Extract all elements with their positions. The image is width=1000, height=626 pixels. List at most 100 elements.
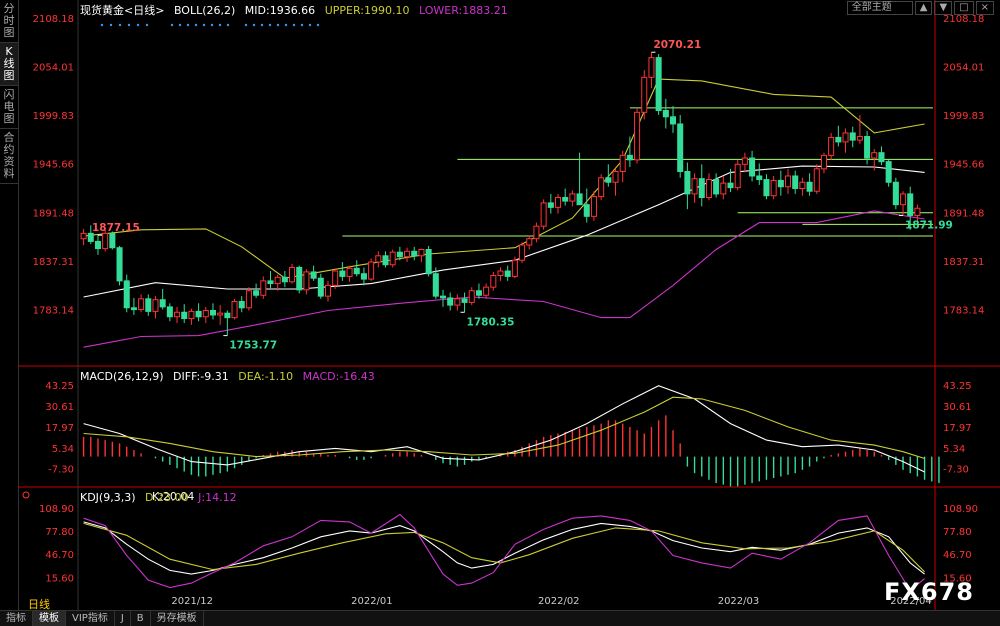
candle-body	[80, 232, 87, 240]
candle-body	[382, 255, 389, 266]
candle-body	[648, 57, 655, 78]
signal-dot	[292, 23, 296, 27]
kdj-j-line	[83, 513, 925, 592]
candle-body	[626, 154, 633, 161]
macd-diff-line	[83, 385, 925, 473]
candle-body	[289, 266, 296, 283]
tab-templates[interactable]: 模板	[33, 611, 66, 626]
kdj-marker-icon	[22, 491, 30, 499]
candle-body	[605, 177, 612, 183]
boll-label: BOLL(26,2)	[173, 4, 236, 17]
candle-body	[727, 182, 734, 189]
main-tick-right-6: 1783.14	[943, 305, 984, 316]
signal-dot	[276, 23, 280, 27]
tab-save-template[interactable]: 另存模板	[151, 611, 204, 626]
candle-body	[238, 301, 245, 309]
candle-body	[281, 276, 288, 283]
tab-timeshare[interactable]: 分时图	[0, 0, 18, 43]
main-tick-left-1: 2054.01	[33, 63, 74, 74]
candle-body	[353, 267, 360, 275]
annotation-label-1: 1753.77	[229, 340, 277, 352]
candle-body	[332, 270, 339, 286]
tab-flash[interactable]: 闪电图	[0, 86, 18, 129]
macd-tick-left-2: 17.97	[45, 423, 74, 434]
macd-dea-line	[83, 396, 925, 460]
tab-vip-indicators[interactable]: VIP指标	[66, 611, 115, 626]
candle-body	[655, 57, 662, 112]
candle-body	[102, 232, 109, 250]
candle-body	[224, 312, 231, 319]
boll-lower-value: LOWER:1883.21	[418, 4, 508, 17]
candle-body	[267, 280, 274, 285]
tab-kline[interactable]: K线图	[0, 43, 18, 86]
candle-body	[526, 238, 533, 246]
kdj-k-line	[83, 521, 925, 575]
candle-body	[662, 110, 669, 118]
left-sidebar: 分时图 K线图 闪电图 合约资料	[0, 0, 19, 610]
main-tick-right-4: 1891.48	[943, 208, 984, 219]
window-icon[interactable]: □	[954, 1, 974, 15]
macd-tick-right-4: -7.30	[943, 465, 969, 476]
signal-dot	[202, 23, 206, 27]
tab-b[interactable]: B	[131, 611, 151, 626]
theme-select[interactable]: 全部主题	[846, 1, 913, 15]
candle-body	[835, 136, 842, 143]
signal-dot	[194, 23, 198, 27]
chart-area: 2108.18 2108.18 2054.01 2054.01 1999.83 1999.…	[18, 0, 1000, 610]
tab-contract-info[interactable]: 合约资料	[0, 129, 18, 184]
candle-body	[317, 277, 324, 297]
candle-body	[842, 132, 849, 143]
candle-body	[669, 116, 677, 125]
signal-dot	[300, 23, 304, 27]
candle-body	[310, 271, 317, 279]
candle-body	[245, 290, 252, 309]
candle-body	[598, 177, 605, 198]
candle-body	[885, 161, 892, 183]
candle-body	[195, 310, 202, 318]
macd-diff-value: DIFF:-9.31	[173, 370, 229, 383]
candle-body	[734, 163, 741, 189]
signal-dot	[218, 23, 222, 27]
main-tick-right-2: 1999.83	[943, 111, 984, 122]
macd-tick-right-3: 5.34	[943, 444, 965, 455]
candle-body	[698, 178, 705, 198]
candle-body	[174, 311, 181, 318]
signal-dot	[136, 23, 140, 27]
candle-body	[425, 249, 432, 275]
signal-dot	[260, 23, 264, 27]
main-tick-left-5: 1837.31	[33, 257, 74, 268]
candle-body	[418, 249, 425, 257]
close-icon[interactable]: ×	[975, 1, 994, 15]
arrow-down-icon[interactable]: ▼	[934, 1, 953, 15]
arrow-up-icon[interactable]: ▲	[914, 1, 933, 15]
candle-body	[856, 136, 863, 141]
candle-body	[590, 196, 597, 217]
signal-dot	[316, 23, 320, 27]
candle-body	[533, 225, 540, 240]
candle-body	[756, 175, 763, 181]
tab-j[interactable]: J	[115, 611, 131, 626]
signal-dot	[252, 23, 256, 27]
macd-tick-right-2: 17.97	[943, 423, 972, 434]
candle-body	[583, 204, 590, 217]
candle-body	[763, 179, 770, 197]
kdj-j-value: J:14.12	[198, 491, 237, 504]
watermark-logo: FX678	[884, 578, 974, 606]
tab-indicators[interactable]: 指标	[0, 611, 33, 626]
candle-body	[360, 273, 367, 280]
candle-body	[468, 290, 475, 303]
candle-body	[684, 170, 691, 195]
main-tick-left-4: 1891.48	[33, 208, 74, 219]
candle-body	[109, 232, 116, 249]
signal-dot	[127, 23, 131, 27]
instrument-title: 现货黄金<日线>	[80, 4, 165, 17]
kdj-header: KDJ(9,3,3) D:23.00 J:14.12	[80, 491, 243, 504]
candle-body	[554, 196, 562, 208]
candle-body	[806, 181, 813, 192]
candle-body	[813, 168, 820, 192]
boll-mid-line	[83, 165, 925, 298]
main-tick-left-3: 1945.66	[33, 160, 74, 171]
candle-body	[490, 275, 497, 288]
x-tick-label-1: 2022/01	[351, 596, 393, 607]
macd-header: MACD(26,12,9) DIFF:-9.31 DEA:-1.10 MACD:…	[80, 370, 381, 383]
